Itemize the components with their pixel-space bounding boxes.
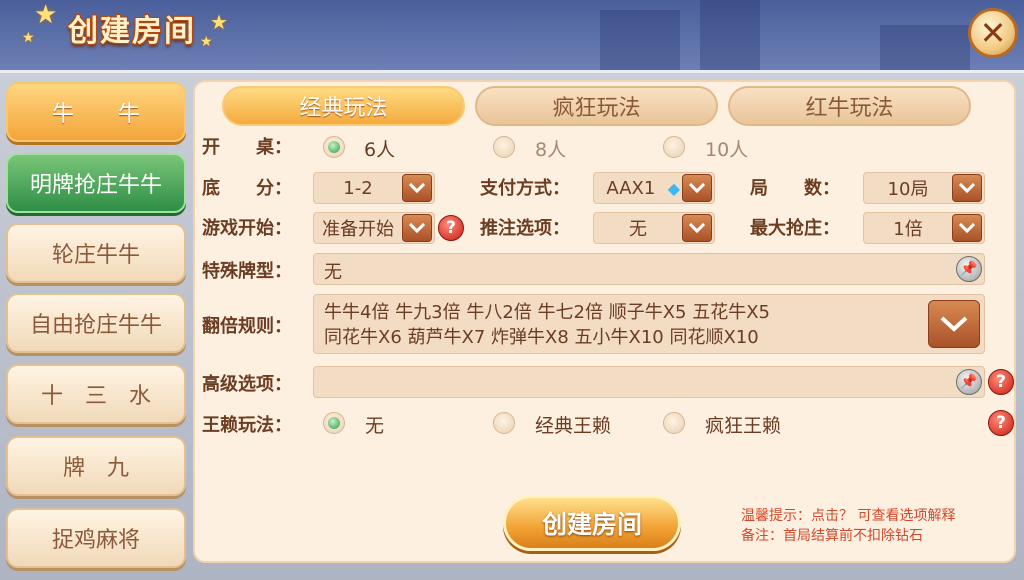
create-room-label: 创建房间	[541, 510, 642, 539]
base-score-select[interactable]: 1-2	[313, 172, 435, 204]
radio-wildcard-classic-label: 经典王赖	[535, 415, 612, 437]
sidebar-item-mingpai[interactable]: 明牌抢庄牛牛	[6, 153, 186, 213]
sidebar-item-label: 牛 牛	[51, 102, 140, 127]
help-icon[interactable]: ?	[988, 410, 1014, 436]
rounds-select[interactable]: 10局	[863, 172, 985, 204]
chevron-down-icon	[682, 174, 712, 202]
select-value: 1倍	[893, 219, 923, 240]
max-grab-label: 最大抢庄：	[750, 218, 840, 239]
wildcard-label: 王赖玩法：	[202, 415, 292, 436]
help-icon[interactable]: ?	[988, 369, 1014, 395]
radio-wildcard-crazy[interactable]	[663, 412, 685, 434]
field-value: 无	[324, 262, 342, 283]
sidebar-item-label: 牌 九	[62, 456, 129, 481]
radio-wildcard-classic[interactable]	[493, 412, 515, 434]
radio-8-label: 8人	[535, 139, 567, 161]
multiplier-label: 翻倍规则：	[202, 316, 292, 337]
advanced-field[interactable]	[313, 366, 985, 398]
radio-wildcard-none-label: 无	[365, 415, 385, 437]
close-x-icon: ✕	[979, 14, 1007, 52]
title-banner: ★ ★ ★ ★ 创建房间	[20, 0, 240, 60]
close-button[interactable]: ✕	[968, 8, 1018, 58]
tab-label: 经典玩法	[299, 96, 388, 121]
pin-icon[interactable]: 📌	[956, 256, 982, 282]
chevron-down-icon	[952, 214, 982, 242]
create-room-button[interactable]: 创建房间	[503, 495, 681, 551]
radio-wildcard-none[interactable]	[323, 412, 345, 434]
tab-classic[interactable]: 经典玩法	[222, 86, 465, 126]
base-score-label: 底 分：	[202, 178, 292, 199]
table-label: 开 桌：	[202, 137, 292, 158]
star-icon: ★	[22, 30, 35, 46]
sidebar-item-label: 轮庄牛牛	[51, 243, 140, 268]
sidebar-item-label: 明牌抢庄牛牛	[29, 173, 162, 198]
star-icon: ★	[34, 0, 58, 30]
sidebar-item-label: 捉鸡麻将	[51, 528, 140, 553]
special-cards-label: 特殊牌型：	[202, 261, 292, 282]
push-bet-select[interactable]: 无	[593, 212, 715, 244]
multiplier-line: 牛牛4倍 牛九3倍 牛八2倍 牛七2倍 顺子牛X5 五花牛X5	[324, 302, 770, 323]
chevron-down-icon	[402, 214, 432, 242]
sidebar-item-ziyou[interactable]: 自由抢庄牛牛	[6, 293, 186, 353]
radio-6[interactable]	[323, 136, 345, 158]
radio-6-label: 6人	[364, 139, 396, 161]
select-value: 10局	[887, 179, 929, 200]
radio-wildcard-crazy-label: 疯狂王赖	[705, 415, 782, 437]
pin-icon[interactable]: 📌	[956, 369, 982, 395]
multiplier-dropdown-button[interactable]	[928, 300, 980, 348]
background-building	[700, 0, 760, 80]
chevron-down-icon	[952, 174, 982, 202]
diamond-icon: ◆	[667, 178, 680, 198]
radio-10[interactable]	[663, 136, 685, 158]
select-value: 1-2	[343, 177, 373, 199]
max-grab-select[interactable]: 1倍	[863, 212, 985, 244]
page-title: 创建房间	[68, 14, 196, 49]
chevron-down-icon	[682, 214, 712, 242]
note-text: 备注：首局结算前不扣除钻石	[741, 528, 923, 544]
payment-label: 支付方式：	[480, 178, 570, 199]
select-value: AAX1	[606, 177, 656, 199]
tab-red[interactable]: 红牛玩法	[728, 86, 971, 126]
sidebar-item-label: 十 三 水	[40, 384, 151, 409]
multiplier-line: 同花牛X6 葫芦牛X7 炸弹牛X8 五小牛X10 同花顺X10	[324, 327, 759, 348]
radio-8[interactable]	[493, 136, 515, 158]
game-start-label: 游戏开始：	[202, 218, 292, 239]
sidebar-item-mahjong[interactable]: 捉鸡麻将	[6, 508, 186, 568]
tab-label: 红牛玩法	[805, 96, 894, 121]
chevron-down-icon	[402, 174, 432, 202]
star-icon: ★	[200, 34, 213, 50]
sidebar-item-label: 自由抢庄牛牛	[29, 313, 162, 338]
chevron-down-icon	[940, 316, 968, 332]
hint-text: 温馨提示：点击？ 可查看选项解释	[741, 508, 956, 524]
star-icon: ★	[210, 10, 228, 34]
radio-10-label: 10人	[705, 139, 749, 161]
sidebar-item-niuniu[interactable]: 牛 牛	[6, 82, 186, 142]
select-value: 无	[629, 219, 647, 240]
multiplier-field[interactable]: 牛牛4倍 牛九3倍 牛八2倍 牛七2倍 顺子牛X5 五花牛X5 同花牛X6 葫芦…	[313, 294, 985, 354]
special-cards-field[interactable]: 无	[313, 253, 985, 285]
payment-select[interactable]: AAX1 ◆	[593, 172, 715, 204]
sidebar-item-shisanshui[interactable]: 十 三 水	[6, 364, 186, 424]
push-bet-label: 推注选项：	[480, 218, 570, 239]
tab-crazy[interactable]: 疯狂玩法	[475, 86, 718, 126]
sidebar-item-paijiu[interactable]: 牌 九	[6, 436, 186, 496]
select-value: 准备开始	[322, 219, 394, 240]
advanced-label: 高级选项：	[202, 374, 292, 395]
game-start-select[interactable]: 准备开始	[313, 212, 435, 244]
sidebar-item-lunzhuang[interactable]: 轮庄牛牛	[6, 223, 186, 283]
rounds-label: 局 数：	[750, 178, 840, 199]
tab-label: 疯狂玩法	[552, 96, 641, 121]
help-icon[interactable]: ?	[438, 215, 464, 241]
